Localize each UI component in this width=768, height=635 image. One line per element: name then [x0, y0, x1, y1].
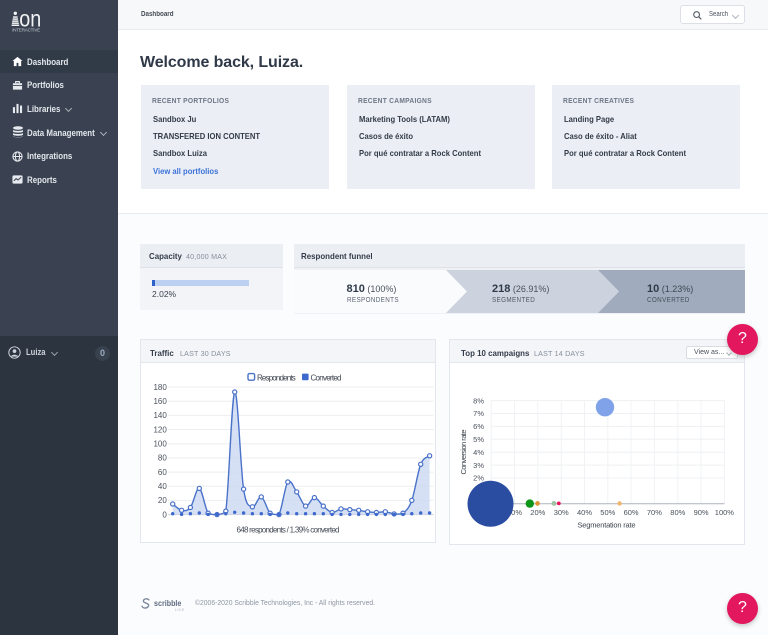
svg-text:648 respondents / 1.39% conver: 648 respondents / 1.39% converted — [237, 526, 340, 535]
svg-text:6%: 6% — [473, 422, 484, 431]
svg-text:80: 80 — [158, 454, 167, 463]
svg-text:5%: 5% — [473, 435, 484, 444]
svg-text:INTERACTIVE: INTERACTIVE — [12, 27, 40, 32]
svg-text:Respondents: Respondents — [257, 373, 296, 382]
svg-text:Converted: Converted — [311, 373, 342, 382]
svg-text:3%: 3% — [473, 461, 484, 470]
svg-text:30%: 30% — [554, 508, 569, 517]
svg-text:80%: 80% — [670, 508, 685, 517]
svg-text:40: 40 — [158, 482, 167, 491]
svg-text:180: 180 — [153, 383, 167, 392]
svg-text:120: 120 — [153, 425, 167, 434]
svg-text:Conversion rate: Conversion rate — [459, 430, 468, 475]
svg-text:90%: 90% — [694, 508, 709, 517]
svg-text:100%: 100% — [715, 508, 735, 517]
svg-text:4%: 4% — [473, 448, 484, 457]
svg-text:60%: 60% — [624, 508, 639, 517]
svg-text:70%: 70% — [647, 508, 662, 517]
svg-text:140: 140 — [153, 411, 167, 420]
svg-text:2%: 2% — [473, 474, 484, 483]
svg-text:Segmentation rate: Segmentation rate — [578, 521, 636, 530]
svg-text:0: 0 — [162, 510, 167, 519]
svg-text:20: 20 — [158, 496, 167, 505]
svg-text:50%: 50% — [600, 508, 615, 517]
svg-text:8%: 8% — [473, 396, 484, 405]
svg-text:60: 60 — [158, 468, 167, 477]
svg-text:100: 100 — [153, 440, 167, 449]
svg-text:7%: 7% — [473, 409, 484, 418]
svg-text:160: 160 — [153, 397, 167, 406]
svg-text:40%: 40% — [577, 508, 592, 517]
svg-text:20%: 20% — [530, 508, 545, 517]
